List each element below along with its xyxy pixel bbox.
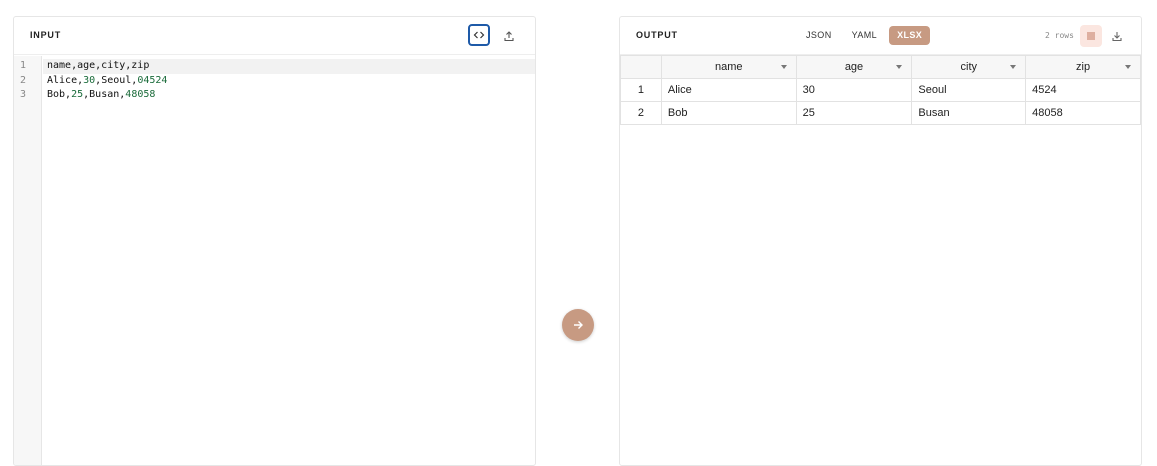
table-cell[interactable]: Busan: [911, 101, 1027, 125]
dropdown-caret-icon[interactable]: [780, 65, 787, 69]
upload-icon: [504, 31, 514, 42]
row-number: 2: [620, 101, 662, 125]
table-cell[interactable]: 25: [795, 101, 913, 125]
download-icon: [1112, 32, 1122, 42]
table-cell[interactable]: Seoul: [911, 78, 1027, 102]
tab-yaml[interactable]: YAML: [844, 26, 885, 45]
row-count: 2 rows: [1045, 31, 1074, 40]
table-cell[interactable]: Alice: [660, 78, 797, 102]
text-token: Bob,: [47, 89, 72, 100]
row-number: 1: [620, 78, 662, 102]
text-token: name,age,city,zip: [47, 60, 150, 71]
line-number: 2: [20, 74, 27, 86]
code-line[interactable]: name,age,city,zip: [43, 59, 535, 74]
corner-header: [620, 55, 662, 79]
code-line[interactable]: Bob,25,Busan,48058: [43, 88, 535, 103]
number-token: 30: [83, 74, 96, 86]
dropdown-caret-icon[interactable]: [1125, 65, 1131, 69]
convert-button[interactable]: [562, 309, 594, 341]
list-icon: [1087, 32, 1095, 40]
column-header[interactable]: city: [911, 55, 1027, 79]
input-panel: INPUT 1 2 3 name,age,city,zip Alice,30,Seou…: [13, 16, 536, 466]
output-panel: OUTPUT JSON YAML XLSX 2 rows name age city zi…: [619, 16, 1142, 466]
code-editor[interactable]: 1 2 3 name,age,city,zip Alice,30,Seoul,0452…: [14, 56, 535, 465]
upload-button[interactable]: [498, 25, 520, 47]
column-header-label: age: [844, 61, 864, 73]
text-token: ,Seoul,: [95, 74, 138, 86]
line-number: 1: [20, 60, 27, 71]
table-row: 2 Bob 25 Busan 48058: [620, 101, 1141, 125]
dropdown-caret-icon[interactable]: [1010, 65, 1017, 69]
number-token: 04524: [137, 74, 168, 86]
input-title: INPUT: [30, 30, 61, 40]
column-header-label: city: [960, 61, 978, 73]
download-button[interactable]: [1106, 25, 1128, 47]
text-token: Alice,: [47, 74, 84, 86]
dropdown-caret-icon[interactable]: [896, 65, 903, 69]
arrow-right-icon: [574, 321, 583, 329]
column-header[interactable]: zip: [1025, 55, 1141, 79]
output-table: name age city zip 1 Alice 30 Seoul 4524 2 Bob 25 Bu…: [620, 55, 1141, 125]
table-cell[interactable]: Bob: [660, 101, 797, 125]
output-header: OUTPUT JSON YAML XLSX 2 rows: [620, 17, 1141, 55]
table-cell[interactable]: 30: [795, 78, 913, 102]
input-header: INPUT: [14, 17, 535, 55]
code-content[interactable]: name,age,city,zip Alice,30,Seoul,04524 Bob…: [43, 59, 535, 103]
table-row: 1 Alice 30 Seoul 4524: [620, 78, 1141, 102]
column-header-label: zip: [1076, 61, 1091, 73]
column-header[interactable]: name: [660, 55, 797, 79]
column-header[interactable]: age: [795, 55, 913, 79]
column-header-label: name: [715, 61, 743, 73]
format-tabs: JSON YAML XLSX: [798, 26, 931, 45]
line-number: 3: [20, 89, 27, 100]
table-cell[interactable]: 48058: [1025, 101, 1141, 125]
code-view-button[interactable]: [468, 24, 490, 46]
text-token: ,Busan,: [83, 89, 126, 100]
output-title: OUTPUT: [636, 30, 678, 40]
line-number-gutter: 1 2 3: [14, 56, 42, 465]
tab-json[interactable]: JSON: [798, 26, 840, 45]
code-line[interactable]: Alice,30,Seoul,04524: [43, 74, 535, 89]
code-icon: [473, 31, 485, 39]
table-view-button[interactable]: [1080, 25, 1102, 47]
number-token: 25: [71, 89, 84, 100]
table-cell[interactable]: 4524: [1025, 78, 1141, 102]
tab-xlsx[interactable]: XLSX: [889, 26, 931, 45]
number-token: 48058: [125, 89, 156, 100]
